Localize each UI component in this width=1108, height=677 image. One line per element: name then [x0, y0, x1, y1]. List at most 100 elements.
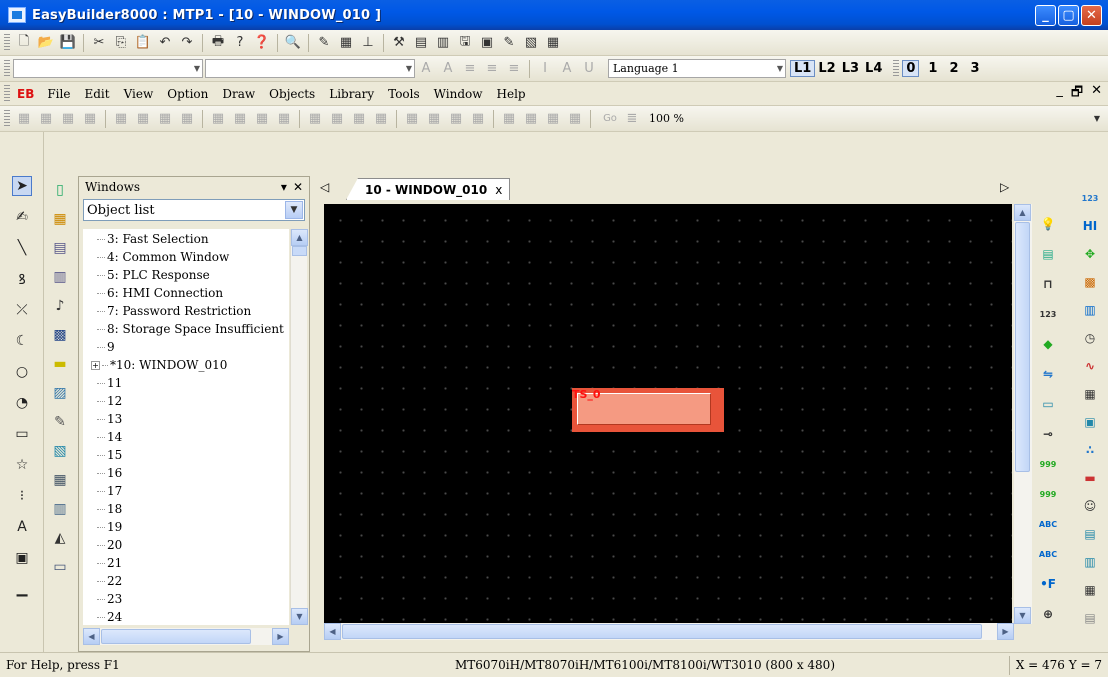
- pen-icon[interactable]: ✎: [315, 34, 333, 52]
- scroll-left-button[interactable]: ◀: [83, 628, 100, 645]
- tree-item[interactable]: 8: Storage Space Insufficient: [83, 321, 284, 337]
- note-icon[interactable]: ▨: [50, 383, 70, 403]
- tree-item[interactable]: + *10: WINDOW_010: [83, 357, 227, 373]
- extra-icon[interactable]: ▤: [1080, 608, 1100, 628]
- set-bit-icon[interactable]: ▯: [50, 180, 70, 200]
- canvas-vertical-scrollbar[interactable]: ▲ ▼: [1014, 204, 1032, 624]
- state-3-button[interactable]: 3: [968, 61, 983, 76]
- go-button[interactable]: Go: [601, 110, 619, 128]
- flip-h-icon[interactable]: ▦: [372, 110, 390, 128]
- state-0-button[interactable]: 0: [902, 60, 920, 77]
- multi-state-switch-icon[interactable]: ▤: [1038, 244, 1058, 264]
- menu-option[interactable]: Option: [167, 87, 208, 101]
- align-center-icon[interactable]: ▦: [37, 110, 55, 128]
- tree-item[interactable]: 3: Fast Selection: [83, 231, 209, 247]
- toggle-icon[interactable]: ▥: [50, 267, 70, 287]
- bar-line-icon[interactable]: ▬: [1080, 468, 1100, 488]
- keypad-icon[interactable]: ▬: [50, 354, 70, 374]
- tree-item[interactable]: 12: [83, 393, 122, 409]
- scroll-thumb[interactable]: [101, 629, 251, 644]
- minimize-button[interactable]: _: [1035, 4, 1056, 26]
- backup-icon[interactable]: ▦: [50, 470, 70, 490]
- tree-item[interactable]: 20: [83, 537, 122, 553]
- toolbar-grip[interactable]: [4, 109, 10, 128]
- bar-icon[interactable]: ▥: [1080, 300, 1100, 320]
- tree-item[interactable]: 15: [83, 447, 122, 463]
- table-icon[interactable]: ▦: [544, 34, 562, 52]
- bulb-icon[interactable]: 💡: [1038, 214, 1058, 234]
- numeric-input-icon[interactable]: 123: [1080, 188, 1100, 208]
- line-icon[interactable]: ╲: [12, 238, 32, 258]
- recipe-icon[interactable]: ▦: [1080, 580, 1100, 600]
- paste-icon[interactable]: 📋: [134, 34, 152, 52]
- tree-item[interactable]: 21: [83, 555, 122, 571]
- digital-999-icon[interactable]: 999: [1038, 454, 1058, 474]
- tree-item[interactable]: 16: [83, 465, 122, 481]
- align-right-icon[interactable]: ≡: [505, 60, 523, 78]
- scroll-right-button[interactable]: ▶: [997, 623, 1014, 640]
- cut-icon[interactable]: ✂: [90, 34, 108, 52]
- unlock-icon[interactable]: ▦: [469, 110, 487, 128]
- tree-item[interactable]: 4: Common Window: [83, 249, 229, 265]
- distribute-icon[interactable]: ▦: [522, 110, 540, 128]
- hi-lo-icon[interactable]: HI: [1080, 216, 1100, 236]
- space-down-icon[interactable]: ▦: [253, 110, 271, 128]
- space-across-icon[interactable]: ▦: [231, 110, 249, 128]
- tree-item[interactable]: 18: [83, 501, 122, 517]
- window-canvas[interactable]: TS_0: [324, 204, 1012, 624]
- tools-icon[interactable]: ⚒: [390, 34, 408, 52]
- language-combo[interactable]: Language 1 ▼: [608, 59, 786, 78]
- snap-icon[interactable]: ▦: [500, 110, 518, 128]
- font-color-icon[interactable]: A: [558, 60, 576, 78]
- trend-icon[interactable]: ◭: [50, 528, 70, 548]
- close-button[interactable]: ✕: [1081, 4, 1102, 26]
- expand-icon[interactable]: +: [91, 360, 100, 370]
- toolbar-grip[interactable]: [4, 84, 10, 103]
- object-list-select[interactable]: Object list ▼: [83, 199, 305, 221]
- mdi-restore-button[interactable]: 🗗: [1071, 83, 1083, 105]
- scroll-left-button[interactable]: ◀: [324, 623, 341, 640]
- toggle-switch-object[interactable]: TS_0: [572, 388, 724, 432]
- menu-file[interactable]: File: [47, 87, 70, 101]
- align-icon[interactable]: ⊥: [359, 34, 377, 52]
- tree-item[interactable]: 19: [83, 519, 122, 535]
- toolbar-grip[interactable]: [4, 59, 10, 78]
- grid-icon[interactable]: ▦: [337, 34, 355, 52]
- align-bottom-icon[interactable]: ▦: [134, 110, 152, 128]
- trend-icon[interactable]: ∿: [1080, 356, 1100, 376]
- menu-window[interactable]: Window: [434, 87, 483, 101]
- list-icon[interactable]: ▥: [1080, 552, 1100, 572]
- send-back-icon[interactable]: ▦: [350, 110, 368, 128]
- tree-item[interactable]: 11: [83, 375, 122, 391]
- tree-item[interactable]: 17: [83, 483, 122, 499]
- align-left-icon[interactable]: ≡: [461, 60, 479, 78]
- multi-state-icon[interactable]: ▩: [50, 325, 70, 345]
- download-icon[interactable]: ▣: [478, 34, 496, 52]
- scroll-up-button[interactable]: ▲: [291, 229, 308, 246]
- scroll-thumb[interactable]: [342, 624, 982, 639]
- group-icon[interactable]: ▦: [275, 110, 293, 128]
- star-icon[interactable]: ☆: [12, 455, 32, 475]
- tree-item[interactable]: 7: Password Restriction: [83, 303, 251, 319]
- file-icon[interactable]: ▧: [50, 441, 70, 461]
- pen2-icon[interactable]: ✎: [500, 34, 518, 52]
- pie-icon[interactable]: ◔: [12, 393, 32, 413]
- clock-icon[interactable]: ◷: [1080, 328, 1100, 348]
- cross-icon[interactable]: ⤫: [12, 300, 32, 320]
- move-icon[interactable]: ✥: [1080, 244, 1100, 264]
- picture-icon[interactable]: ▣: [12, 548, 32, 568]
- table-icon[interactable]: ▦: [1080, 384, 1100, 404]
- toolbar-grip[interactable]: [893, 59, 900, 78]
- toolbar-grip[interactable]: [4, 33, 10, 52]
- function-key-icon[interactable]: ▤: [50, 238, 70, 258]
- decrease-font-icon[interactable]: A: [439, 60, 457, 78]
- align-right-icon[interactable]: ▦: [59, 110, 77, 128]
- tree-item[interactable]: 5: PLC Response: [83, 267, 210, 283]
- tree-item[interactable]: 13: [83, 411, 122, 427]
- copy-icon[interactable]: ⎘: [112, 34, 130, 52]
- layer-l3-button[interactable]: L3: [839, 61, 862, 76]
- tree-vertical-scrollbar[interactable]: ▲ ▼: [290, 229, 308, 625]
- circle-icon[interactable]: ○: [12, 362, 32, 382]
- tree-item[interactable]: 22: [83, 573, 122, 589]
- tree-item[interactable]: 6: HMI Connection: [83, 285, 223, 301]
